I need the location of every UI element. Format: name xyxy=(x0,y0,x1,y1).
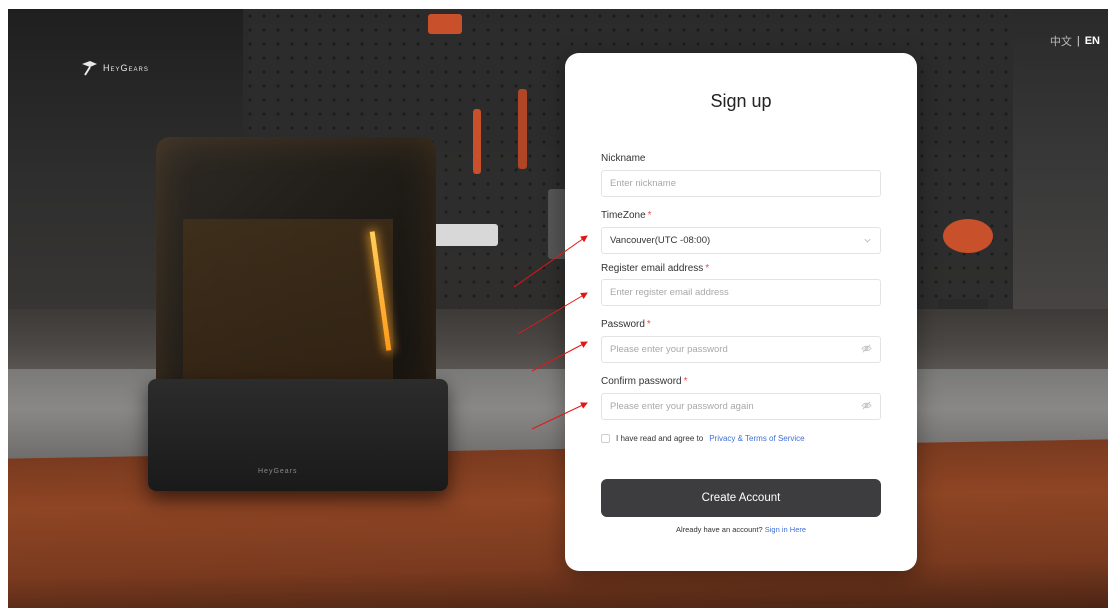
confirm-password-input[interactable] xyxy=(610,401,861,412)
timezone-label-text: TimeZone xyxy=(601,210,646,221)
nickname-label-text: Nickname xyxy=(601,153,646,164)
nickname-field xyxy=(601,170,881,197)
chevron-down-icon xyxy=(863,232,872,250)
privacy-terms-link[interactable]: Privacy & Terms of Service xyxy=(709,434,804,443)
terms-agreement: I have read and agree to Privacy & Terms… xyxy=(601,434,805,443)
required-mark: * xyxy=(647,210,652,221)
required-mark: * xyxy=(683,376,688,387)
language-separator: | xyxy=(1076,35,1080,47)
email-field xyxy=(601,279,881,306)
printer-window xyxy=(183,219,393,389)
nickname-input[interactable] xyxy=(610,178,872,189)
heygears-logo-icon xyxy=(79,60,99,76)
password-label-text: Password xyxy=(601,319,645,330)
signin-link[interactable]: Sign in Here xyxy=(765,525,806,534)
language-zh[interactable]: 中文 xyxy=(1050,33,1072,49)
timezone-value: Vancouver(UTC -08:00) xyxy=(610,235,711,246)
timezone-label: TimeZone * xyxy=(601,210,652,221)
background-tool xyxy=(518,89,527,169)
password-label: Password * xyxy=(601,319,651,330)
language-switch: 中文 | EN xyxy=(1050,33,1100,49)
language-en[interactable]: EN xyxy=(1085,35,1100,47)
email-input[interactable] xyxy=(610,287,872,298)
confirm-password-label: Confirm password * xyxy=(601,376,688,387)
terms-checkbox[interactable] xyxy=(601,434,610,443)
password-field xyxy=(601,336,881,363)
signin-text: Already have an account? xyxy=(675,525,763,534)
brand-name: HeyGears xyxy=(103,63,149,73)
background-tool xyxy=(943,219,993,253)
brand-logo[interactable]: HeyGears xyxy=(79,60,149,76)
eye-off-icon[interactable] xyxy=(861,341,872,359)
background-tool xyxy=(433,224,498,246)
email-label: Register email address * xyxy=(601,263,709,274)
page-title: Sign up xyxy=(710,91,772,111)
printer-base xyxy=(148,379,448,491)
printer-brand-label: HeyGears xyxy=(258,468,298,475)
create-account-button[interactable]: Create Account xyxy=(601,479,881,517)
confirm-password-field xyxy=(601,393,881,420)
required-mark: * xyxy=(646,319,651,330)
terms-text: I have read and agree to xyxy=(616,434,704,443)
nickname-label: Nickname xyxy=(601,153,645,164)
background-scene xyxy=(8,9,1108,608)
required-mark: * xyxy=(705,263,710,274)
password-input[interactable] xyxy=(610,344,861,355)
confirm-password-label-text: Confirm password xyxy=(601,376,682,387)
background-tool xyxy=(428,14,462,34)
timezone-select[interactable]: Vancouver(UTC -08:00) xyxy=(601,227,881,254)
signin-prompt: Already have an account? Sign in Here xyxy=(565,525,917,534)
email-label-text: Register email address xyxy=(601,263,704,274)
eye-off-icon[interactable] xyxy=(861,398,872,416)
background-tool xyxy=(473,109,481,174)
signup-card: Sign up Nickname TimeZone* Vancouver(UTC… xyxy=(565,53,917,571)
